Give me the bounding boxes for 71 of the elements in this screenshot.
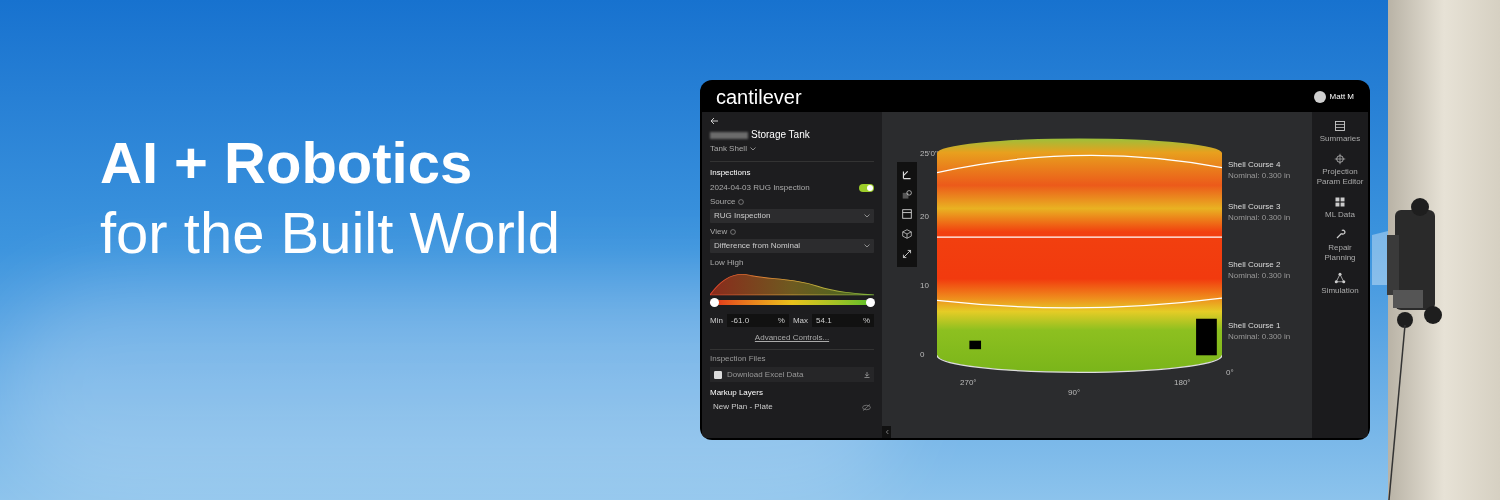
sidebar-label[interactable]: Repair Planning	[1313, 243, 1367, 263]
component-label: Tank Shell	[710, 144, 747, 154]
layer-name: New Plan - Plate	[713, 402, 773, 412]
hero-title: AI + Robotics	[100, 129, 474, 197]
advanced-controls-link[interactable]: Advanced Controls...	[754, 333, 830, 343]
section-heading: Inspections	[710, 168, 752, 178]
info-icon	[738, 199, 745, 205]
summary-icon[interactable]	[1334, 120, 1346, 132]
back-arrow-icon[interactable]	[710, 117, 719, 125]
number-field[interactable]: 54.1 %	[812, 314, 874, 327]
course-nominal: Nominal: 0.300 in	[1228, 171, 1291, 181]
course-nominal: Nominal: 0.300 in	[1228, 332, 1291, 342]
grid-icon[interactable]	[1334, 196, 1346, 208]
slider-handle[interactable]	[866, 298, 875, 307]
axis-tick-label: 0	[920, 350, 925, 360]
download-label: Download Excel Data	[727, 369, 804, 380]
source-dropdown[interactable]: RUG Inspection	[710, 209, 874, 223]
view-dropdown[interactable]: Difference from Nominal	[710, 239, 874, 253]
chevron-down-icon[interactable]	[749, 147, 756, 151]
course-label: Shell Course 4	[1228, 160, 1281, 170]
hero-subtitle: for the Built World	[100, 199, 560, 267]
user-name: Matt M	[1329, 91, 1354, 103]
histogram-label: Low High	[710, 258, 745, 268]
calendar-icon[interactable]	[902, 209, 912, 220]
axis-tick-label: 20	[920, 212, 929, 222]
sidebar-label[interactable]: Summaries	[1313, 134, 1367, 144]
axis-tick-label: 270°	[960, 378, 977, 388]
min-label: Min	[710, 315, 723, 326]
field-label: View	[710, 227, 728, 237]
eye-slash-icon[interactable]	[862, 403, 871, 411]
inspection-toggle[interactable]	[859, 184, 874, 192]
spreadsheet-icon	[714, 370, 722, 379]
download-row[interactable]: Download Excel Data	[710, 367, 874, 382]
chevron-down-icon[interactable]	[864, 214, 870, 218]
field-label: Source	[710, 197, 736, 207]
section-heading: Inspection Files	[710, 349, 874, 364]
download-icon[interactable]	[864, 371, 870, 378]
redacted-name	[710, 131, 748, 139]
wrench-icon[interactable]	[1334, 229, 1346, 241]
section-heading: Markup Layers	[710, 388, 764, 398]
sidebar-label[interactable]: Projection Param Editor	[1313, 167, 1367, 187]
max-label: Max	[792, 315, 808, 326]
axis-tick-label: 0°	[1226, 368, 1234, 378]
course-label: Shell Course 1	[1228, 321, 1281, 331]
slider-handle[interactable]	[710, 298, 719, 307]
network-icon[interactable]	[1334, 272, 1346, 284]
chevron-left-icon	[884, 429, 889, 435]
ruler-icon[interactable]	[902, 169, 912, 180]
axis-tick-label: 180°	[1174, 378, 1191, 388]
crosshair-icon[interactable]	[1334, 153, 1346, 165]
number-field[interactable]: -61.0 %	[726, 314, 789, 327]
axis-tick-label: 25'0"	[920, 149, 938, 159]
cube-icon[interactable]	[902, 229, 912, 240]
avatar-icon	[1313, 91, 1326, 103]
course-label: Shell Course 3	[1228, 202, 1281, 212]
expand-icon[interactable]	[902, 249, 912, 260]
asset-title: Storage Tank	[751, 129, 810, 141]
app-logo: cantilever	[716, 87, 802, 107]
info-icon	[730, 229, 737, 235]
sidebar-label[interactable]: ML Data	[1313, 210, 1367, 220]
range-slider[interactable]	[710, 298, 874, 307]
course-label: Shell Course 2	[1228, 260, 1281, 270]
chevron-down-icon[interactable]	[864, 244, 870, 248]
axis-tick-label: 90°	[1068, 388, 1081, 398]
axis-tick-label: 10	[920, 281, 929, 291]
course-nominal: Nominal: 0.300 in	[1228, 213, 1291, 223]
layers-icon[interactable]	[902, 189, 912, 200]
inspection-label: 2024-04-03 RUG Inspection	[710, 183, 810, 193]
course-nominal: Nominal: 0.300 in	[1228, 271, 1291, 281]
collapse-button[interactable]	[882, 426, 891, 438]
sidebar-label[interactable]: Simulation	[1313, 286, 1367, 296]
